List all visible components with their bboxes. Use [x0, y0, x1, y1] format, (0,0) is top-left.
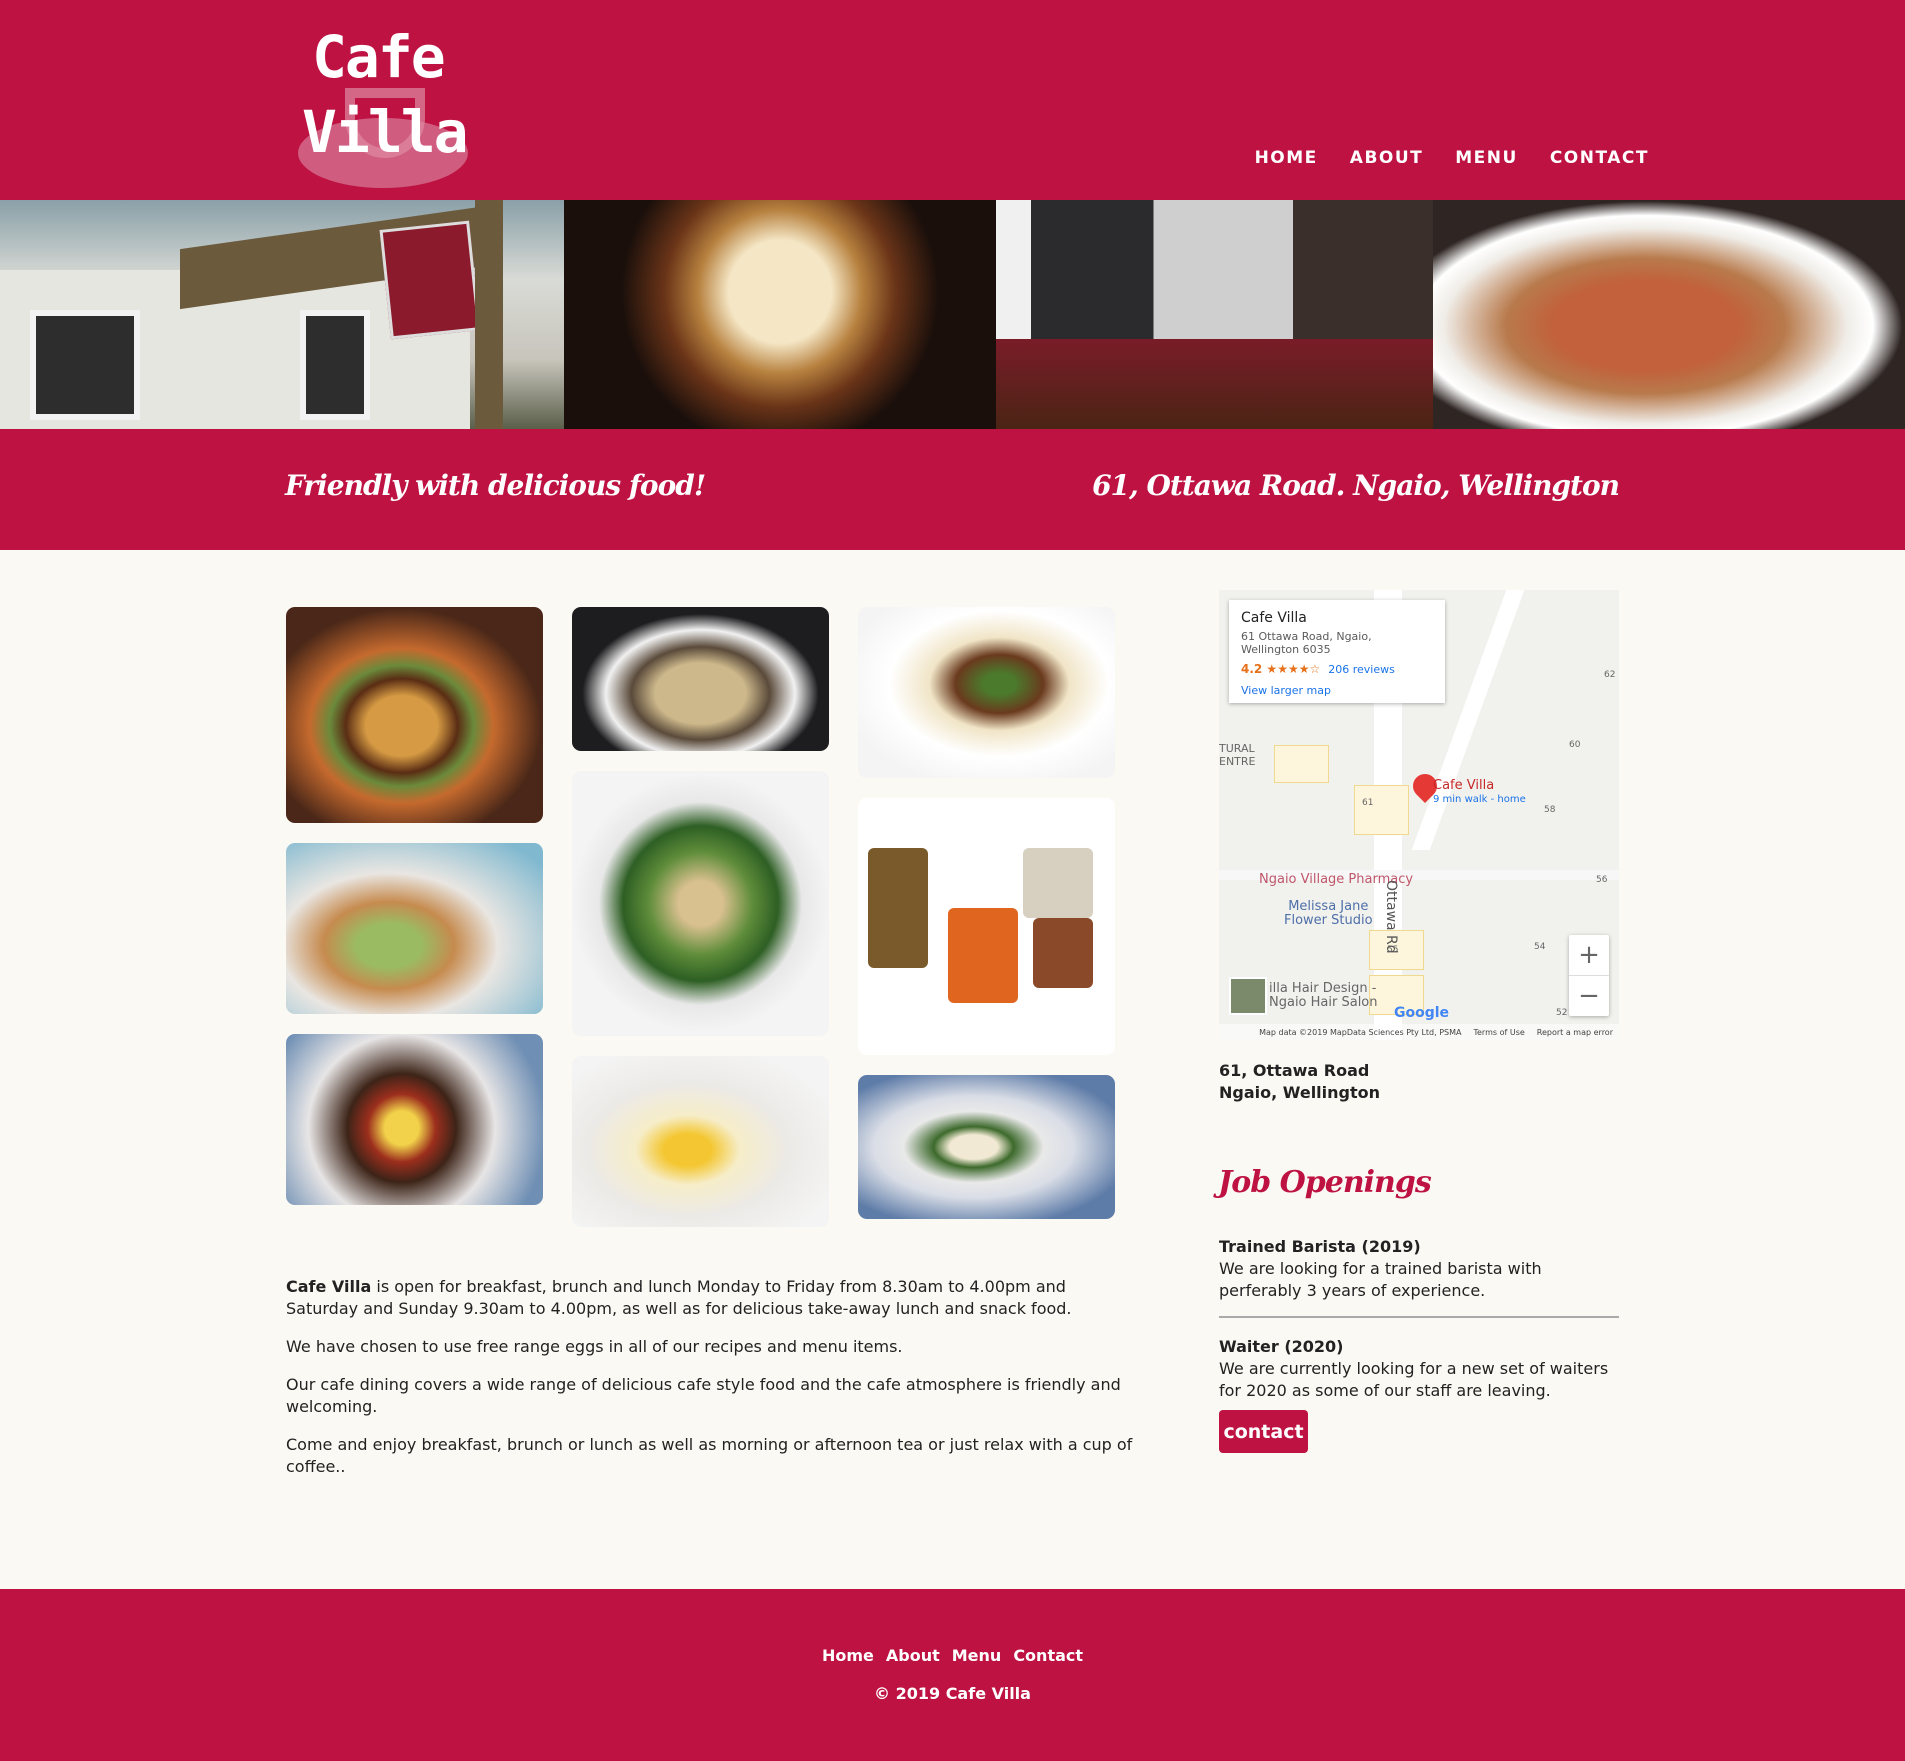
map-place-address: 61 Ottawa Road, Ngaio, Wellington 6035: [1241, 630, 1372, 656]
map-label-florist: Melissa Jane Flower Studio: [1284, 899, 1373, 928]
job-title: Trained Barista (2019): [1219, 1237, 1421, 1256]
google-map-embed[interactable]: Cafe Villa 61 Ottawa Road, Ngaio, Wellin…: [1219, 590, 1619, 1040]
logo-text-line1: Cafe: [312, 23, 446, 91]
gallery-photo-eggs-benedict: [572, 1056, 829, 1227]
map-view-larger-link[interactable]: View larger map: [1241, 684, 1433, 697]
gallery-photo-benedict-spinach: [858, 1075, 1115, 1219]
logo-text-line2: Villa: [302, 98, 469, 166]
gallery-photo-avocado-toast: [286, 843, 543, 1014]
footer-nav: Home About Menu Contact: [0, 1646, 1905, 1665]
footer-link-contact[interactable]: Contact: [1013, 1646, 1083, 1665]
map-terms-link[interactable]: Terms of Use: [1473, 1028, 1524, 1037]
hero-photo-strip: [0, 200, 1905, 429]
footer-link-home[interactable]: Home: [822, 1646, 874, 1665]
map-zoom-controls: + −: [1569, 935, 1609, 1016]
gallery-photo-halloumi-salad: [572, 771, 829, 1036]
hero-photo-toast-dish: [1433, 200, 1905, 429]
map-reviews-link[interactable]: 206 reviews: [1328, 663, 1395, 676]
site-footer: Home About Menu Contact © 2019 Cafe Vill…: [0, 1589, 1905, 1761]
gallery-photo-cooked-breakfast: [286, 1034, 543, 1205]
map-street-label: Ottawa Rd: [1383, 880, 1399, 954]
cafe-address: 61, Ottawa Road Ngaio, Wellington: [1219, 1061, 1381, 1102]
nav-about[interactable]: ABOUT: [1350, 148, 1423, 168]
map-report-link[interactable]: Report a map error: [1537, 1028, 1613, 1037]
map-attribution: Map data ©2019 MapData Sciences Pty Ltd,…: [1219, 1024, 1619, 1040]
main-nav: HOME ABOUT MENU CONTACT: [1255, 148, 1649, 168]
about-paragraph-1: Cafe Villa is open for breakfast, brunch…: [286, 1277, 1072, 1318]
nav-home[interactable]: HOME: [1255, 148, 1318, 168]
job-title: Waiter (2020): [1219, 1337, 1344, 1356]
map-zoom-in-button[interactable]: +: [1569, 935, 1609, 975]
gallery-photo-preserve-jars: [858, 798, 1115, 1055]
about-paragraph-2: We have chosen to use free range eggs in…: [286, 1337, 903, 1356]
cafe-villa-logo[interactable]: Cafe Villa: [290, 18, 480, 188]
about-paragraph-3: Our cafe dining covers a wide range of d…: [286, 1375, 1121, 1416]
tagline-address: 61, Ottawa Road. Ngaio, Wellington: [1092, 469, 1620, 502]
map-label-salon: illa Hair Design - Ngaio Hair Salon: [1269, 981, 1378, 1010]
map-info-card: Cafe Villa 61 Ottawa Road, Ngaio, Wellin…: [1229, 600, 1445, 703]
about-paragraph-4: Come and enjoy breakfast, brunch or lunc…: [286, 1435, 1133, 1476]
copyright: © 2019 Cafe Villa: [874, 1684, 1031, 1703]
map-zoom-out-button[interactable]: −: [1569, 975, 1609, 1015]
hero-photo-coffee: [564, 200, 996, 429]
map-satellite-thumbnail[interactable]: [1229, 977, 1267, 1015]
job-description: We are currently looking for a new set o…: [1219, 1359, 1609, 1400]
tagline-band: Friendly with delicious food! 61, Ottawa…: [0, 429, 1905, 550]
gallery-photo-mash-dish: [858, 607, 1115, 778]
job-openings-heading: Job Openings: [1218, 1165, 1432, 1200]
map-rating: 4.2 ★★★★☆ 206 reviews: [1241, 662, 1395, 676]
map-pin-label: Cafe Villa: [1433, 778, 1495, 793]
gallery-photo-pasta: [572, 607, 829, 751]
nav-contact[interactable]: CONTACT: [1550, 148, 1649, 168]
nav-menu[interactable]: MENU: [1455, 148, 1518, 168]
job-description: We are looking for a trained barista wit…: [1219, 1259, 1542, 1300]
site-header: Cafe Villa HOME ABOUT MENU CONTACT: [0, 0, 1905, 200]
about-cafe-name: Cafe Villa: [286, 1277, 372, 1296]
footer-link-menu[interactable]: Menu: [952, 1646, 1002, 1665]
job-listing: Waiter (2020) We are currently looking f…: [1219, 1336, 1619, 1402]
tagline-left: Friendly with delicious food!: [285, 469, 706, 502]
hero-photo-dining-room: [996, 200, 1433, 429]
google-logo: Google: [1394, 1005, 1450, 1021]
job-divider: [1219, 1316, 1619, 1318]
map-place-name: Cafe Villa: [1241, 610, 1307, 626]
about-text: Cafe Villa is open for breakfast, brunch…: [286, 1276, 1136, 1494]
map-pin-sublabel: 9 min walk - home: [1433, 794, 1526, 805]
gallery-photo-burger: [286, 607, 543, 823]
footer-link-about[interactable]: About: [886, 1646, 940, 1665]
job-listing: Trained Barista (2019) We are looking fo…: [1219, 1236, 1619, 1302]
hero-photo-cafe-exterior: [0, 200, 564, 429]
contact-button[interactable]: contact: [1219, 1410, 1308, 1453]
map-label-centre: TURAL ENTRE: [1219, 742, 1256, 768]
